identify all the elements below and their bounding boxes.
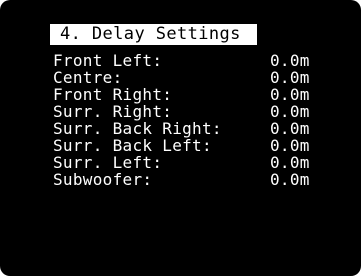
delay-value: 0.0m xyxy=(270,102,310,121)
delay-row-centre[interactable]: Centre: 0.0m xyxy=(53,69,333,86)
osd-screen: 4. Delay Settings Front Left: 0.0m Centr… xyxy=(0,0,361,276)
menu-title-highlight[interactable]: 4. Delay Settings xyxy=(50,24,257,45)
delay-label: Surr. Back Left: xyxy=(53,136,212,155)
delay-row-surr-left[interactable]: Surr. Left: 0.0m xyxy=(53,154,333,171)
delay-label: Subwoofer: xyxy=(53,170,153,189)
delay-settings-list: Front Left: 0.0m Centre: 0.0m Front Righ… xyxy=(53,52,333,188)
delay-label: Surr. Back Right: xyxy=(53,119,222,138)
delay-row-front-left[interactable]: Front Left: 0.0m xyxy=(53,52,333,69)
delay-value: 0.0m xyxy=(270,170,310,189)
delay-row-surr-right[interactable]: Surr. Right: 0.0m xyxy=(53,103,333,120)
delay-value: 0.0m xyxy=(270,119,310,138)
delay-row-surr-back-left[interactable]: Surr. Back Left: 0.0m xyxy=(53,137,333,154)
delay-label: Centre: xyxy=(53,68,123,87)
delay-value: 0.0m xyxy=(270,68,310,87)
delay-value: 0.0m xyxy=(270,136,310,155)
delay-label: Surr. Right: xyxy=(53,102,173,121)
delay-value: 0.0m xyxy=(270,85,310,104)
delay-label: Front Left: xyxy=(53,51,163,70)
delay-value: 0.0m xyxy=(270,51,310,70)
delay-label: Front Right: xyxy=(53,85,173,104)
delay-label: Surr. Left: xyxy=(53,153,163,172)
delay-row-surr-back-right[interactable]: Surr. Back Right: 0.0m xyxy=(53,120,333,137)
delay-row-subwoofer[interactable]: Subwoofer: 0.0m xyxy=(53,171,333,188)
menu-title: 4. Delay Settings xyxy=(60,24,241,44)
delay-row-front-right[interactable]: Front Right: 0.0m xyxy=(53,86,333,103)
delay-value: 0.0m xyxy=(270,153,310,172)
